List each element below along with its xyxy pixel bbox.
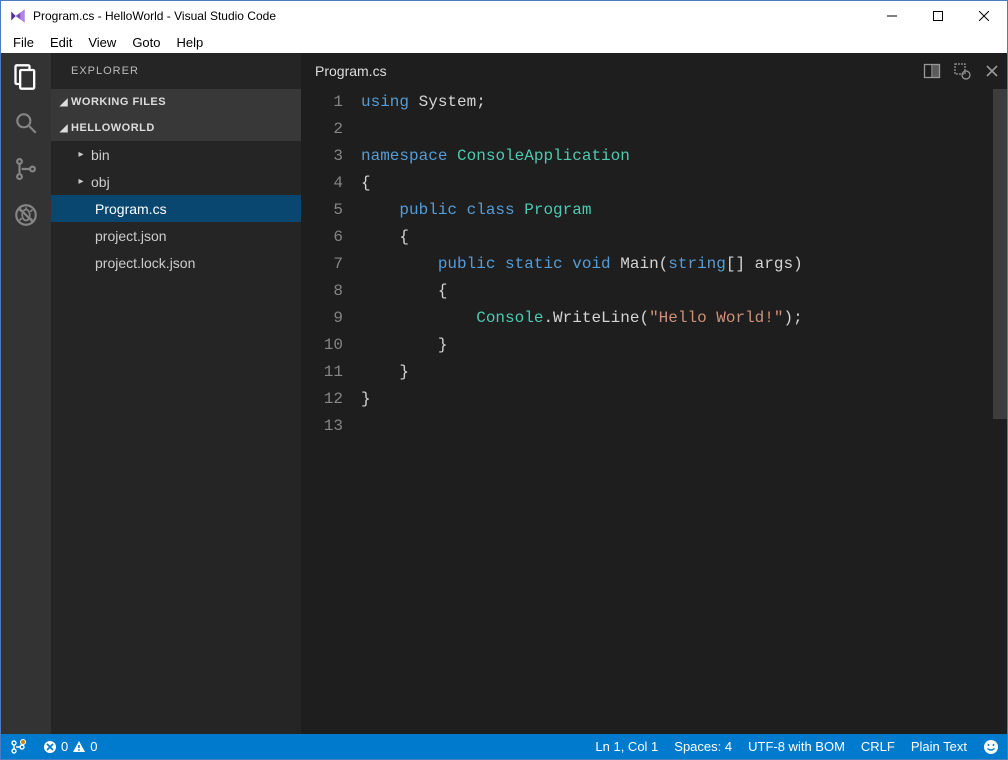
tree-item[interactable]: Program.cs bbox=[51, 195, 301, 222]
scrollbar-track[interactable] bbox=[993, 89, 1007, 734]
tree-item-label: obj bbox=[87, 174, 110, 190]
menu-view[interactable]: View bbox=[80, 33, 124, 52]
open-file-title[interactable]: Program.cs bbox=[315, 63, 387, 79]
editor-tabbar: Program.cs bbox=[301, 53, 1007, 89]
chevron-right-icon: ▸ bbox=[75, 149, 87, 160]
sidebar: EXPLORER ◢ WORKING FILES ◢ HELLOWORLD ▸b… bbox=[51, 53, 301, 734]
tree-item-label: project.lock.json bbox=[95, 255, 195, 271]
menu-help[interactable]: Help bbox=[169, 33, 212, 52]
activity-explorer[interactable] bbox=[12, 63, 40, 91]
error-icon bbox=[43, 740, 57, 754]
line-gutter: 12345678910111213 bbox=[301, 89, 361, 734]
chevron-down-icon: ◢ bbox=[57, 97, 71, 108]
more-actions-button[interactable] bbox=[947, 56, 977, 86]
code-area[interactable]: 12345678910111213 using System; namespac… bbox=[301, 89, 1007, 734]
window-title: Program.cs - HelloWorld - Visual Studio … bbox=[33, 9, 276, 23]
chevron-right-icon: ▸ bbox=[75, 176, 87, 187]
activity-git[interactable] bbox=[12, 155, 40, 183]
file-tree: ▸bin▸objProgram.csproject.jsonproject.lo… bbox=[51, 141, 301, 276]
close-editor-button[interactable] bbox=[977, 56, 1007, 86]
minimize-button[interactable] bbox=[869, 1, 915, 31]
activitybar bbox=[1, 53, 51, 734]
close-button[interactable] bbox=[961, 1, 1007, 31]
app-icon bbox=[9, 7, 27, 25]
status-git[interactable] bbox=[1, 734, 35, 759]
app-window: Program.cs - HelloWorld - Visual Studio … bbox=[0, 0, 1008, 760]
titlebar: Program.cs - HelloWorld - Visual Studio … bbox=[1, 1, 1007, 31]
tree-item-label: bin bbox=[87, 147, 110, 163]
tree-item[interactable]: project.json bbox=[51, 222, 301, 249]
maximize-button[interactable] bbox=[915, 1, 961, 31]
activity-debug[interactable] bbox=[12, 201, 40, 229]
section-project-label: HELLOWORLD bbox=[71, 122, 155, 134]
workbench: EXPLORER ◢ WORKING FILES ◢ HELLOWORLD ▸b… bbox=[1, 53, 1007, 734]
chevron-down-icon: ◢ bbox=[57, 123, 71, 134]
tree-item[interactable]: ▸bin bbox=[51, 141, 301, 168]
section-project[interactable]: ◢ HELLOWORLD bbox=[51, 115, 301, 141]
menu-file[interactable]: File bbox=[5, 33, 42, 52]
status-encoding[interactable]: UTF-8 with BOM bbox=[740, 734, 853, 759]
warning-icon bbox=[72, 740, 86, 754]
section-working-files-label: WORKING FILES bbox=[71, 96, 166, 108]
menu-edit[interactable]: Edit bbox=[42, 33, 80, 52]
menu-goto[interactable]: Goto bbox=[124, 33, 168, 52]
error-count: 0 bbox=[61, 739, 68, 754]
section-working-files[interactable]: ◢ WORKING FILES bbox=[51, 89, 301, 115]
scrollbar-thumb[interactable] bbox=[993, 89, 1007, 419]
status-indent[interactable]: Spaces: 4 bbox=[666, 734, 740, 759]
sidebar-title: EXPLORER bbox=[51, 53, 301, 89]
split-editor-button[interactable] bbox=[917, 56, 947, 86]
tree-item-label: Program.cs bbox=[95, 201, 167, 217]
tree-item[interactable]: project.lock.json bbox=[51, 249, 301, 276]
status-eol[interactable]: CRLF bbox=[853, 734, 903, 759]
activity-search[interactable] bbox=[12, 109, 40, 137]
statusbar: 0 0 Ln 1, Col 1 Spaces: 4 UTF-8 with BOM… bbox=[1, 734, 1007, 759]
status-cursor-position[interactable]: Ln 1, Col 1 bbox=[587, 734, 666, 759]
status-language[interactable]: Plain Text bbox=[903, 734, 975, 759]
status-problems[interactable]: 0 0 bbox=[35, 734, 105, 759]
editor: Program.cs 12345678910111213 using Syste… bbox=[301, 53, 1007, 734]
warning-count: 0 bbox=[90, 739, 97, 754]
menubar: File Edit View Goto Help bbox=[1, 31, 1007, 53]
tree-item[interactable]: ▸obj bbox=[51, 168, 301, 195]
tree-item-label: project.json bbox=[95, 228, 167, 244]
code-lines[interactable]: using System; namespace ConsoleApplicati… bbox=[361, 89, 1007, 734]
status-feedback[interactable] bbox=[975, 734, 1007, 759]
smiley-icon bbox=[983, 739, 999, 755]
